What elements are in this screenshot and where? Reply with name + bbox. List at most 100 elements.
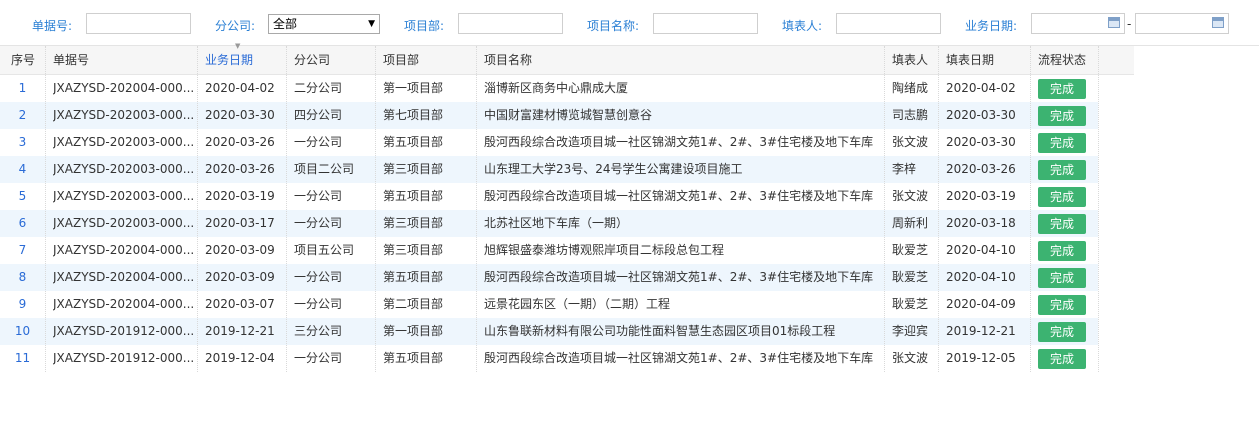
column-divider — [884, 46, 885, 372]
cell-branch: 三分公司 — [294, 324, 343, 338]
status-badge-button[interactable]: 完成 — [1038, 160, 1086, 180]
cell-filler: 张文波 — [892, 351, 929, 365]
cell-filler: 张文波 — [892, 135, 929, 149]
table-row[interactable]: 9 JXAZYSD-202004-000... 2020-03-07 一分公司 第二项目… — [0, 291, 1098, 318]
cell-fill-date: 2020-03-18 — [946, 216, 1016, 230]
grid-header: 序号 单据号 ▼ 业务日期 分公司 项目部 项目名称 填表人 填表日期 流程状态 — [0, 42, 1134, 75]
table-row[interactable]: 4 JXAZYSD-202003-000... 2020-03-26 项目二公司 第三项… — [0, 156, 1098, 183]
header-status[interactable]: 流程状态 — [1038, 46, 1086, 75]
cell-branch: 一分公司 — [294, 297, 343, 311]
table-row[interactable]: 1 JXAZYSD-202004-000... 2020-04-02 二分公司 第一项目… — [0, 75, 1098, 102]
cell-project-name: 山东鲁联新材料有限公司功能性面料智慧生态园区项目01标段工程 — [484, 324, 836, 338]
cell-dept: 第七项目部 — [383, 108, 444, 122]
branch-selected-value: 全部 — [273, 17, 298, 31]
branch-label: 分公司: — [215, 19, 256, 33]
cell-branch: 一分公司 — [294, 189, 343, 203]
table-row[interactable]: 5 JXAZYSD-202003-000... 2020-03-19 一分公司 第五项目… — [0, 183, 1098, 210]
cell-biz-date: 2020-03-17 — [205, 216, 275, 230]
status-badge-button[interactable]: 完成 — [1038, 268, 1086, 288]
cell-filler: 李迎宾 — [892, 324, 929, 338]
cell-dept: 第五项目部 — [383, 135, 444, 149]
cell-fill-date: 2020-03-30 — [946, 135, 1016, 149]
cell-biz-date: 2020-03-09 — [205, 243, 275, 257]
project-name-input[interactable] — [653, 13, 758, 34]
cell-dept: 第三项目部 — [383, 216, 444, 230]
status-badge-button[interactable]: 完成 — [1038, 322, 1086, 342]
status-badge-button[interactable]: 完成 — [1038, 214, 1086, 234]
cell-biz-date: 2020-03-26 — [205, 135, 275, 149]
cell-project-name: 殷河西段综合改造项目城一社区锦湖文苑1#、2#、3#住宅楼及地下车库 — [484, 351, 874, 365]
status-badge-button[interactable]: 完成 — [1038, 106, 1086, 126]
cell-dept: 第一项目部 — [383, 81, 444, 95]
cell-seq: 5 — [18, 189, 27, 203]
header-dept[interactable]: 项目部 — [383, 46, 419, 75]
table-row[interactable]: 10 JXAZYSD-201912-000... 2019-12-21 三分公司 第一项… — [0, 318, 1098, 345]
filter-bar: 单据号: 分公司: 全部 ▼ 项目部: 项目名称: 填表人: 业务日期: - — [0, 0, 1259, 46]
table-row[interactable]: 8 JXAZYSD-202004-000... 2020-03-09 一分公司 第五项目… — [0, 264, 1098, 291]
filler-label: 填表人: — [782, 19, 823, 33]
filler-input[interactable] — [836, 13, 941, 34]
status-badge-button[interactable]: 完成 — [1038, 241, 1086, 261]
header-doc-no[interactable]: 单据号 — [53, 46, 89, 75]
header-fill-date[interactable]: 填表日期 — [946, 46, 994, 75]
end-date-input[interactable] — [1135, 13, 1229, 34]
cell-doc-no: JXAZYSD-202003-000... — [53, 135, 193, 149]
calendar-icon[interactable] — [1212, 17, 1224, 28]
cell-dept: 第二项目部 — [383, 297, 444, 311]
start-date-input[interactable] — [1031, 13, 1125, 34]
status-badge-button[interactable]: 完成 — [1038, 79, 1086, 99]
cell-project-name: 北苏社区地下车库（一期） — [484, 216, 629, 230]
table-row[interactable]: 2 JXAZYSD-202003-000... 2020-03-30 四分公司 第七项目… — [0, 102, 1098, 129]
cell-filler: 李梓 — [892, 162, 917, 176]
cell-fill-date: 2020-04-02 — [946, 81, 1016, 95]
date-separator: - — [1127, 17, 1132, 31]
header-biz-date[interactable]: 业务日期 — [205, 46, 253, 75]
status-badge-button[interactable]: 完成 — [1038, 349, 1086, 369]
cell-biz-date: 2019-12-21 — [205, 324, 275, 338]
cell-dept: 第一项目部 — [383, 324, 444, 338]
cell-filler: 耿爱芝 — [892, 270, 929, 284]
calendar-icon[interactable] — [1108, 17, 1120, 28]
cell-doc-no: JXAZYSD-202004-000... — [53, 270, 193, 284]
table-row[interactable]: 3 JXAZYSD-202003-000... 2020-03-26 一分公司 第五项目… — [0, 129, 1098, 156]
cell-doc-no: JXAZYSD-201912-000... — [53, 351, 193, 365]
table-row[interactable]: 6 JXAZYSD-202003-000... 2020-03-17 一分公司 第三项目… — [0, 210, 1098, 237]
column-divider — [375, 46, 376, 372]
cell-branch: 四分公司 — [294, 108, 343, 122]
doc-no-label: 单据号: — [32, 19, 73, 33]
cell-dept: 第三项目部 — [383, 243, 444, 257]
cell-doc-no: JXAZYSD-202003-000... — [53, 108, 193, 122]
cell-doc-no: JXAZYSD-202004-000... — [53, 81, 193, 95]
cell-seq: 11 — [14, 351, 31, 365]
chevron-down-icon: ▼ — [368, 19, 375, 29]
cell-branch: 一分公司 — [294, 135, 343, 149]
cell-biz-date: 2020-03-30 — [205, 108, 275, 122]
cell-fill-date: 2020-03-26 — [946, 162, 1016, 176]
cell-filler: 张文波 — [892, 189, 929, 203]
column-divider — [1030, 46, 1031, 372]
cell-doc-no: JXAZYSD-202004-000... — [53, 243, 193, 257]
status-badge-button[interactable]: 完成 — [1038, 133, 1086, 153]
status-badge-button[interactable]: 完成 — [1038, 187, 1086, 207]
header-filler[interactable]: 填表人 — [892, 46, 928, 75]
cell-filler: 耿爱芝 — [892, 297, 929, 311]
doc-no-input[interactable] — [86, 13, 191, 34]
cell-biz-date: 2020-04-02 — [205, 81, 275, 95]
header-project-name[interactable]: 项目名称 — [484, 46, 532, 75]
column-divider — [197, 46, 198, 372]
cell-branch: 二分公司 — [294, 81, 343, 95]
header-branch[interactable]: 分公司 — [294, 46, 330, 75]
cell-project-name: 殷河西段综合改造项目城一社区锦湖文苑1#、2#、3#住宅楼及地下车库 — [484, 189, 874, 203]
branch-select[interactable]: 全部 ▼ — [268, 14, 380, 34]
cell-branch: 一分公司 — [294, 351, 343, 365]
cell-project-name: 殷河西段综合改造项目城一社区锦湖文苑1#、2#、3#住宅楼及地下车库 — [484, 135, 874, 149]
cell-filler: 陶绪成 — [892, 81, 929, 95]
project-dept-input[interactable] — [458, 13, 563, 34]
cell-doc-no: JXAZYSD-202003-000... — [53, 216, 193, 230]
cell-seq: 7 — [18, 243, 27, 257]
table-row[interactable]: 11 JXAZYSD-201912-000... 2019-12-04 一分公司 第五项… — [0, 345, 1098, 372]
status-badge-button[interactable]: 完成 — [1038, 295, 1086, 315]
table-row[interactable]: 7 JXAZYSD-202004-000... 2020-03-09 项目五公司 第三项… — [0, 237, 1098, 264]
cell-branch: 项目五公司 — [294, 243, 355, 257]
cell-seq: 9 — [18, 297, 27, 311]
